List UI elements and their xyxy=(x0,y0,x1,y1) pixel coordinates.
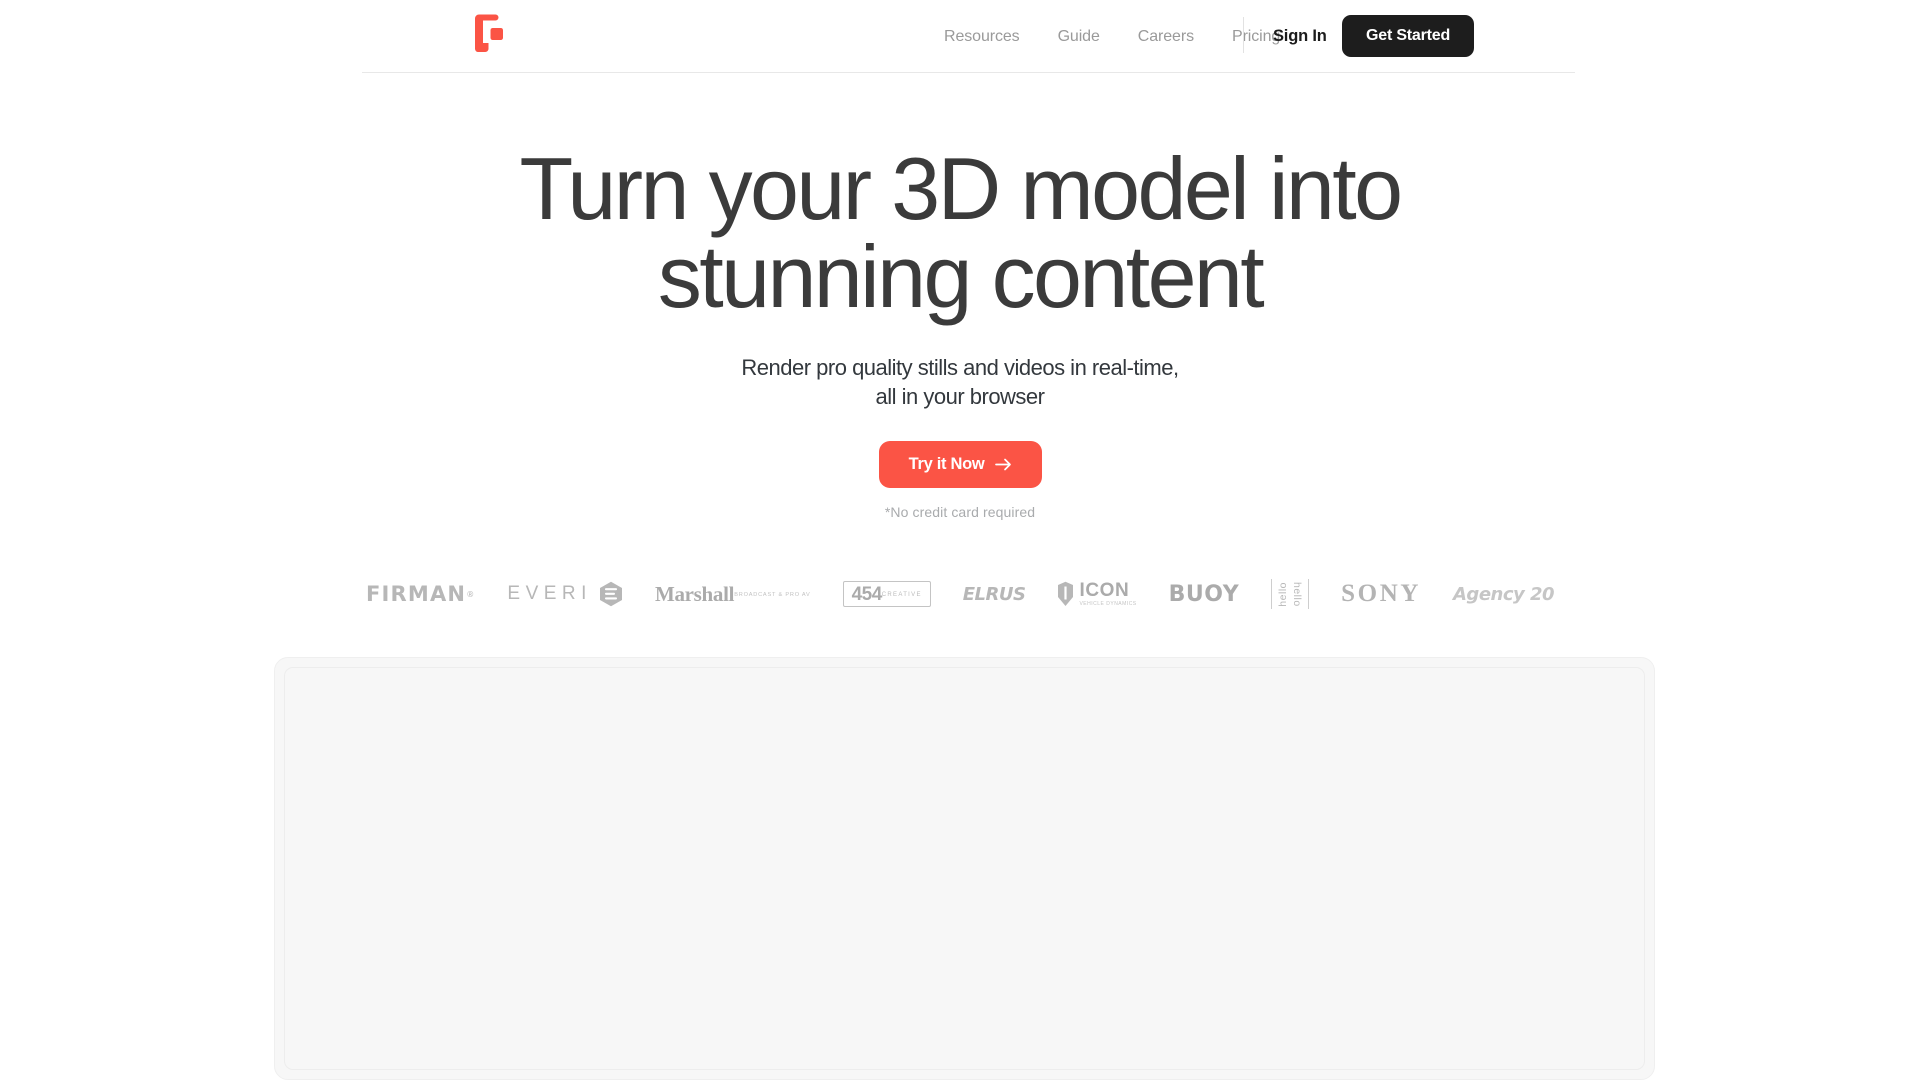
icon-tagline: VEHICLE DYNAMICS xyxy=(1079,601,1137,607)
site-header: Resources Guide Careers Pricing Sign In … xyxy=(0,0,1920,73)
client-logo-strip: FIRMAN ® EVERI Marshall BROADCAST & PRO A… xyxy=(0,570,1920,618)
marshall-tagline: BROADCAST & PRO AV xyxy=(734,591,811,598)
everi-wordmark: EVERI xyxy=(507,583,592,604)
try-it-now-button[interactable]: Try it Now xyxy=(879,441,1042,488)
no-credit-card-note: *No credit card required xyxy=(884,504,1036,520)
try-it-now-label: Try it Now xyxy=(908,455,985,473)
hello-text-bottom: hello xyxy=(1291,581,1304,607)
client-logo-icon: ICON VEHICLE DYNAMICS xyxy=(1057,581,1136,607)
client-logo-buoy: BUOY xyxy=(1168,581,1240,607)
nav-link-guide[interactable]: Guide xyxy=(1039,0,1119,73)
nav-link-careers[interactable]: Careers xyxy=(1119,0,1213,73)
nav-link-resources[interactable]: Resources xyxy=(925,0,1039,73)
app-preview-panel[interactable] xyxy=(274,657,1655,1080)
client-logo-marshall: Marshall BROADCAST & PRO AV xyxy=(654,581,811,606)
client-logo-454-creative: 454 CREATIVE xyxy=(842,581,931,607)
header-vertical-divider xyxy=(1243,17,1244,53)
hello-text-top: hello xyxy=(1277,581,1290,607)
client-logo-sony: SONY xyxy=(1341,580,1421,607)
icon-wordmark: ICON xyxy=(1079,580,1130,601)
hero-subtitle: Render pro quality stills and videos in … xyxy=(741,355,1179,409)
icon-shield-icon xyxy=(1058,581,1074,606)
454-number: 454 xyxy=(851,584,883,605)
everi-hex-icon xyxy=(599,581,622,607)
client-logo-hello-hello: hello hello xyxy=(1271,579,1310,609)
marshall-wordmark: Marshall xyxy=(654,581,735,606)
client-logo-firman: FIRMAN ® xyxy=(365,582,476,606)
sign-in-link[interactable]: Sign In xyxy=(1273,0,1327,73)
app-preview-canvas[interactable] xyxy=(284,667,1645,1070)
get-started-button[interactable]: Get Started xyxy=(1342,15,1475,57)
hero-headline: Turn your 3D model into stunning content xyxy=(519,139,1404,326)
brand-logo-icon[interactable] xyxy=(466,11,510,53)
client-logo-everi: EVERI xyxy=(507,581,623,607)
client-logo-agency20: Agency 20 xyxy=(1453,583,1555,605)
client-logo-elrus: ELRUS xyxy=(962,583,1026,605)
landing-page: Resources Guide Careers Pricing Sign In … xyxy=(0,0,1920,1080)
arrow-right-icon xyxy=(995,458,1012,471)
454-tagline: CREATIVE xyxy=(881,592,922,598)
